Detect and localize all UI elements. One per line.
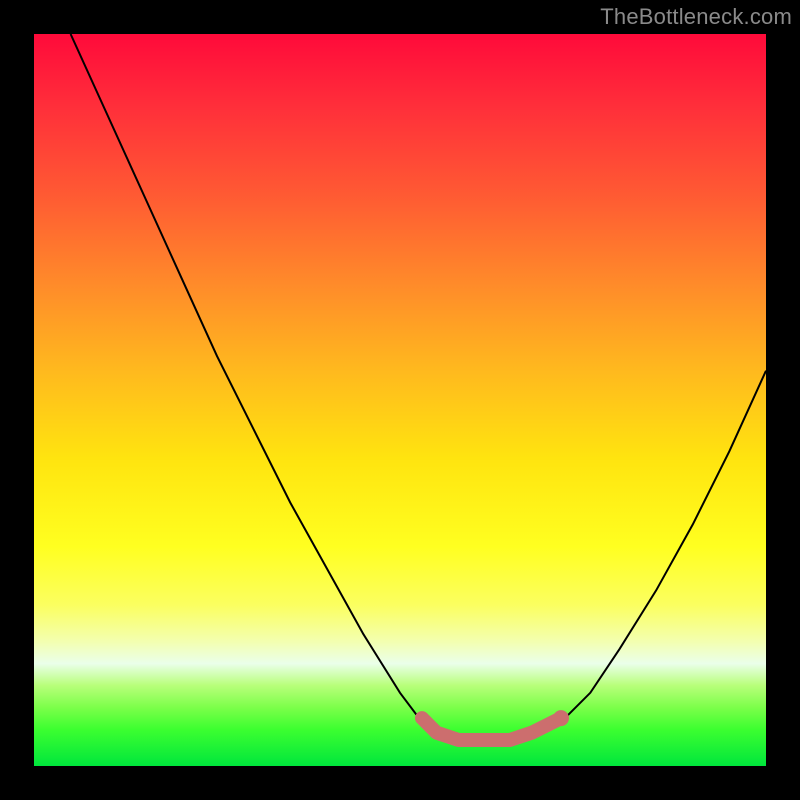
bottleneck-curve <box>71 34 766 744</box>
plot-area <box>34 34 766 766</box>
curve-layer <box>34 34 766 766</box>
highlight-end-dot <box>553 710 569 726</box>
chart-frame: TheBottleneck.com <box>0 0 800 800</box>
watermark-text: TheBottleneck.com <box>600 4 792 30</box>
highlight-band <box>422 718 561 740</box>
